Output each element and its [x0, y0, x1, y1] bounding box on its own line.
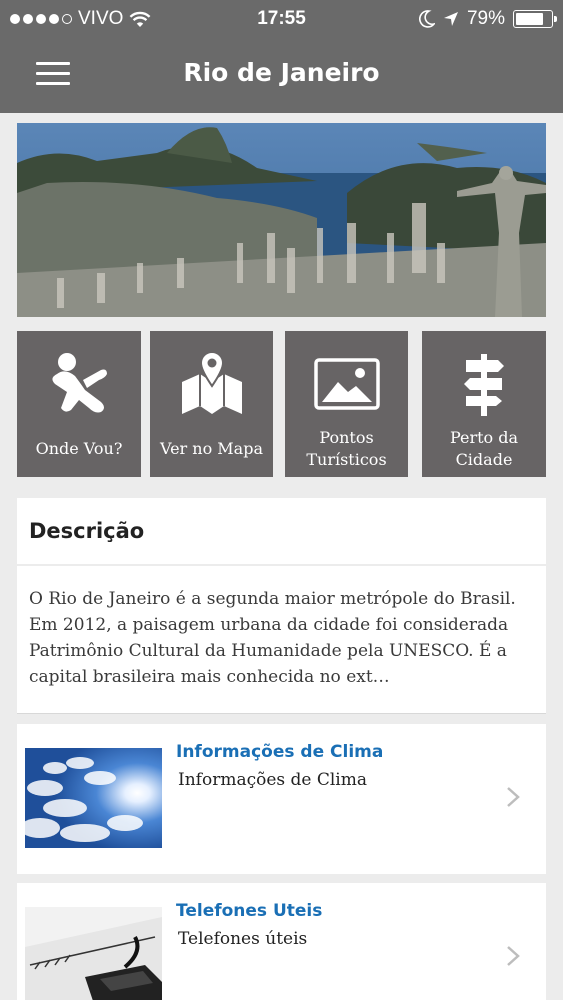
list-item-title: Telefones Uteis	[176, 901, 323, 921]
signpost-icon	[464, 354, 504, 416]
list-item-subtitle: Informações de Clima	[178, 770, 368, 790]
tile-label: Ver no Mapa	[159, 439, 263, 458]
status-bar: VIVO 17:55 79%	[0, 0, 563, 38]
list-item-subtitle: Telefones úteis	[178, 929, 308, 949]
battery-percent: 79%	[466, 8, 505, 29]
quick-actions: Onde Vou? Ver no Mapa Pontos Turísticos	[17, 331, 546, 477]
tile-label: Perto da Cidade	[449, 428, 519, 469]
sky-sun-photo	[25, 748, 162, 848]
list-item-title: Informações de Clima	[176, 742, 384, 762]
page-title: Rio de Janeiro	[183, 58, 380, 87]
tile-ver-no-mapa[interactable]: Ver no Mapa	[150, 331, 273, 477]
list-item-telefones[interactable]: Telefones Uteis Telefones úteis	[17, 883, 546, 1000]
list-item-clima[interactable]: Informações de Clima Informações de Clim…	[17, 724, 546, 874]
picture-icon	[313, 358, 380, 410]
map-pin-icon	[181, 352, 242, 414]
chevron-right-icon	[507, 946, 520, 966]
nav-bar: Rio de Janeiro	[0, 38, 563, 113]
description-heading: Descrição	[29, 519, 145, 543]
telephone-photo	[25, 907, 162, 1000]
description-text: O Rio de Janeiro é a segunda maior metró…	[29, 589, 516, 687]
chevron-right-icon	[507, 787, 520, 807]
status-right: 79%	[419, 8, 557, 30]
tile-perto-da-cidade[interactable]: Perto da Cidade	[422, 331, 546, 477]
tile-onde-vou[interactable]: Onde Vou?	[17, 331, 141, 477]
location-arrow-icon	[443, 12, 458, 26]
tile-pontos-turisticos[interactable]: Pontos Turísticos	[285, 331, 408, 477]
description-header: Descrição	[17, 498, 546, 564]
tile-label: Pontos Turísticos	[306, 428, 387, 469]
person-jump-icon	[52, 353, 107, 413]
battery-icon	[513, 10, 557, 28]
tile-label: Onde Vou?	[35, 439, 123, 458]
moon-icon	[419, 10, 435, 28]
description-body[interactable]: O Rio de Janeiro é a segunda maior metró…	[17, 566, 546, 714]
hero-image	[17, 123, 546, 317]
